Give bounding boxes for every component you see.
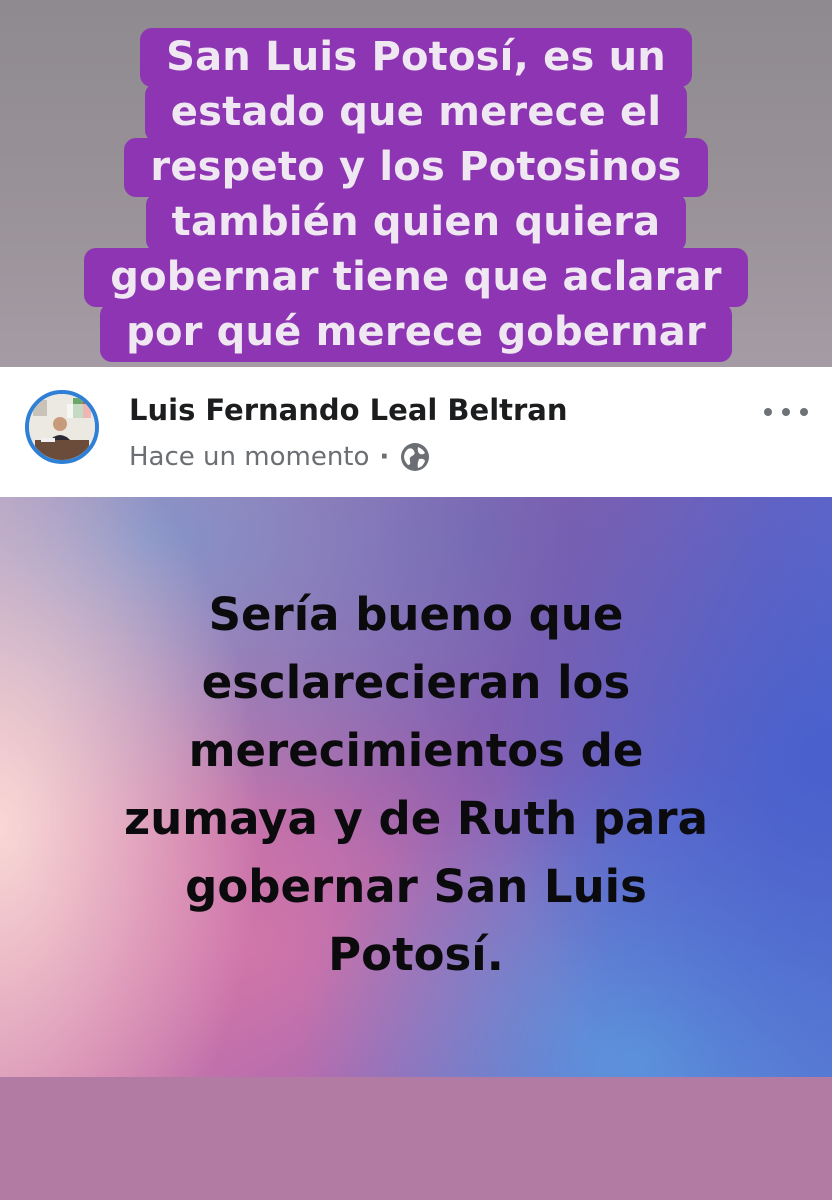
caption-line: gobernar tiene que aclarar bbox=[84, 248, 748, 307]
post-text: Sería bueno que esclarecieran los mereci… bbox=[124, 588, 708, 981]
avatar[interactable] bbox=[25, 390, 99, 464]
caption-line: también quien quiera bbox=[145, 193, 687, 252]
more-dot bbox=[800, 408, 808, 416]
post-header bbox=[0, 367, 832, 497]
meta-separator: · bbox=[379, 442, 390, 472]
post-content: Sería bueno que esclarecieran los mereci… bbox=[0, 497, 832, 1077]
caption-line: San Luis Potosí, es un bbox=[140, 28, 692, 87]
more-dot bbox=[782, 408, 790, 416]
more-dot bbox=[764, 408, 772, 416]
caption-line: por qué merece gobernar bbox=[100, 303, 732, 362]
story-screen: San Luis Potosí, es un estado que merece… bbox=[0, 0, 832, 1200]
bottom-band bbox=[0, 1077, 832, 1200]
more-icon[interactable] bbox=[764, 398, 808, 426]
author-name[interactable]: Luis Fernando Leal Beltran bbox=[129, 393, 568, 427]
caption-line: estado que merece el bbox=[144, 83, 688, 142]
globe-icon[interactable] bbox=[399, 441, 431, 473]
caption-line: respeto y los Potosinos bbox=[124, 138, 708, 197]
post-meta: Hace un momento · bbox=[129, 440, 431, 474]
avatar-photo bbox=[29, 394, 95, 460]
post-timestamp[interactable]: Hace un momento bbox=[129, 442, 369, 472]
story-caption: San Luis Potosí, es un estado que merece… bbox=[0, 28, 832, 362]
